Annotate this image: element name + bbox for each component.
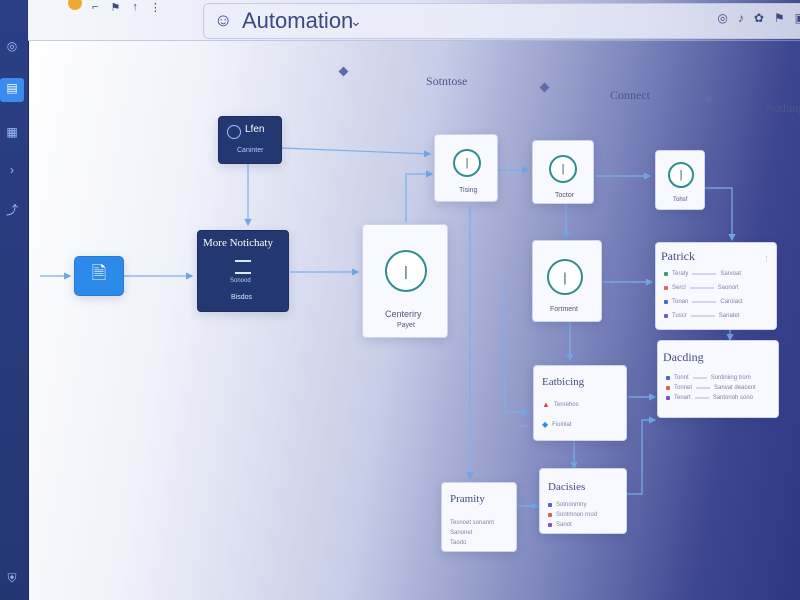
- top-node-1[interactable]: | Tising: [434, 134, 498, 202]
- list-icon: [235, 260, 251, 274]
- escaping-row-label: Fioinlat: [552, 421, 572, 428]
- top-node-icon: |: [668, 162, 694, 188]
- escaping-title: Eatbicing: [542, 376, 585, 388]
- source-node[interactable]: More Notichaty Sonood Bisdos: [197, 230, 289, 312]
- deciding-row-value: Santonoh sono: [712, 395, 754, 401]
- top-node-2[interactable]: | Toctor: [532, 140, 594, 204]
- priority-panel[interactable]: Pramity Tesnoet sonannt Sanonet Taodo: [441, 482, 517, 552]
- deciding-row-label: Tonnt: [674, 375, 689, 381]
- deciding-row-label: Tonnet: [674, 385, 693, 391]
- detail-menu-icon[interactable]: ⋮: [763, 255, 770, 263]
- source-line2: Bisdos: [231, 294, 253, 301]
- clock-icon: [227, 125, 241, 139]
- source-title: More Notichaty: [203, 237, 273, 249]
- info-icon: ◆: [542, 420, 549, 429]
- mid-node-label: Fortment: [550, 306, 579, 313]
- priority-row-label: Tesnoet sonannt: [450, 520, 495, 526]
- detail-row-label: Sercl: [672, 285, 686, 291]
- deciding-row-label: Tenart: [674, 395, 691, 401]
- priority-row-label: Taodo: [450, 540, 467, 546]
- trigger-subtitle: Caninter: [237, 147, 264, 154]
- trigger-title: Lfen: [245, 124, 265, 135]
- decisions-title: Dacisies: [548, 481, 586, 493]
- source-line1: Sonood: [230, 278, 251, 284]
- detail-panel[interactable]: Patrick Teraty Sarvoat Sercl Saonort Tonan…: [655, 242, 777, 330]
- document-icon: 🗎: [91, 263, 107, 283]
- priority-row-label: Sanonet: [450, 530, 473, 536]
- entry-node[interactable]: 🗎: [74, 256, 124, 296]
- detail-row-value: Saonort: [717, 285, 739, 291]
- decisions-row-label: Sotnonmtry: [556, 502, 587, 508]
- deciding-title: Dacding: [663, 350, 704, 364]
- escaping-row-label: Tenrehos: [553, 401, 579, 408]
- top-node-3[interactable]: | Tohsf: [655, 150, 705, 210]
- detail-row-value: Sanatet: [718, 313, 740, 319]
- main-node-subtitle: Payet: [397, 322, 415, 329]
- top-node-icon: |: [549, 155, 577, 183]
- top-node-1-label: Tising: [459, 187, 478, 194]
- deciding-row-value: Sanvat deacent: [714, 385, 756, 391]
- detail-row-value: Caroiact: [720, 299, 743, 305]
- deciding-row-value: Sontiniing trom: [710, 375, 751, 381]
- mid-node-icon: |: [547, 259, 583, 295]
- priority-title: Pramity: [450, 493, 485, 505]
- detail-row-label: Teraty: [672, 271, 689, 277]
- main-node[interactable]: | Centeriry Payet: [362, 224, 448, 338]
- deciding-panel[interactable]: Dacding Tonnt Sontiniing trom Tonnet Sanva…: [657, 340, 779, 418]
- detail-row-label: Tuscr: [672, 313, 687, 319]
- decisions-panel[interactable]: Dacisies Sotnonmtry Sontmnon rnod Sanot: [539, 468, 627, 534]
- mid-node[interactable]: | Fortment: [532, 240, 602, 322]
- main-node-icon: |: [385, 250, 427, 292]
- main-node-title: Centeriry: [385, 309, 422, 319]
- escaping-panel[interactable]: Eatbicing ▲ Tenrehos ◆ Fioinlat: [533, 365, 627, 441]
- detail-title: Patrick: [661, 249, 695, 263]
- alert-icon: ▲: [542, 400, 550, 409]
- decisions-row-label: Sontmnon rnod: [556, 512, 598, 518]
- decisions-row-label: Sanot: [556, 522, 572, 528]
- top-node-2-label: Toctor: [555, 192, 575, 199]
- trigger-node[interactable]: Lfen Caninter: [218, 116, 282, 164]
- top-node-3-label: Tohsf: [673, 197, 688, 203]
- detail-row-value: Sarvoat: [720, 271, 742, 277]
- top-node-icon: |: [453, 149, 481, 177]
- detail-row-label: Tonan: [672, 299, 689, 305]
